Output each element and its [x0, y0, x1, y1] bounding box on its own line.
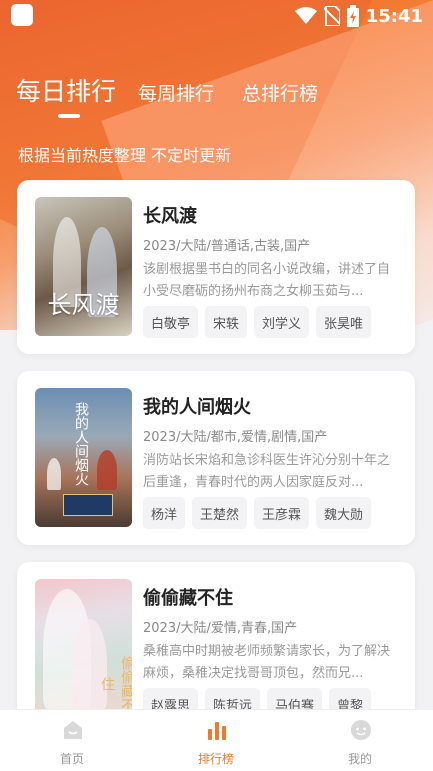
ranking-tabs: 每日排行 每周排行 总排行榜: [16, 72, 426, 122]
ranking-subtitle: 根据当前热度整理 不定时更新: [18, 146, 232, 165]
nav-ranking-label: 排行榜: [197, 752, 234, 766]
cast-chip[interactable]: 王楚然: [192, 497, 248, 529]
cast-chip[interactable]: 刘学义: [254, 306, 310, 338]
poster-figure: [47, 458, 61, 490]
status-bar: 15:41: [0, 0, 433, 30]
drama-title[interactable]: 我的人间烟火: [143, 393, 251, 419]
nav-home[interactable]: 首页: [17, 710, 127, 771]
drama-description: 该剧根据墨书白的同名小说改编，讲述了自小受尽磨砺的扬州布商之女柳玉茹与...: [143, 262, 391, 299]
nav-home-label: 首页: [59, 752, 84, 766]
tab-daily-ranking[interactable]: 每日排行: [16, 72, 116, 108]
bottom-nav: 首页 排行榜 我的: [0, 709, 433, 771]
cast-chip[interactable]: 白敬亭: [143, 306, 199, 338]
battery-charging-icon: [346, 5, 359, 27]
tab-active-indicator: [58, 114, 80, 118]
status-time: 15:41: [365, 5, 423, 27]
drama-card[interactable]: 我的人间烟火 我的人间烟火 2023/大陆/都市,爱情,剧情,国产 消防站长宋焰…: [17, 371, 415, 545]
poster-title-art: 我的人间烟火: [73, 402, 89, 486]
tab-total-ranking[interactable]: 总排行榜: [242, 79, 318, 106]
drama-poster[interactable]: 我的人间烟火: [35, 388, 132, 527]
cast-chip[interactable]: 魏大勋: [316, 497, 372, 529]
drama-title[interactable]: 偷偷藏不住: [143, 584, 233, 610]
status-indicators: 15:41: [294, 5, 423, 27]
drama-meta: 2023/大陆/爱情,青春,国产: [143, 621, 298, 636]
app-notification-icon: [11, 4, 33, 26]
nav-profile-label: 我的: [347, 752, 372, 766]
wifi-icon: [294, 7, 317, 24]
poster-figure: [97, 450, 117, 490]
cast-list: 杨洋 王楚然 王彦霖 魏大勋: [143, 497, 372, 529]
cast-chip[interactable]: 张昊唯: [316, 306, 372, 338]
cast-chip[interactable]: 杨洋: [143, 497, 186, 529]
nav-ranking[interactable]: 排行榜: [161, 710, 271, 771]
profile-icon: [351, 720, 371, 740]
drama-poster[interactable]: 偷偷藏不住: [35, 579, 132, 718]
drama-description: 桑稚高中时期被老师频繁请家长，为了解决麻烦，桑稚决定找哥哥顶包，然而兄...: [143, 644, 391, 681]
poster-title-art: 长风渡: [47, 291, 120, 319]
drama-meta: 2023/大陆/都市,爱情,剧情,国产: [143, 430, 328, 445]
no-sim-icon: [323, 6, 340, 26]
bar-chart-icon: [208, 722, 226, 740]
cast-chip[interactable]: 宋轶: [205, 306, 248, 338]
drama-card[interactable]: 长风渡 长风渡 2023/大陆/普通话,古装,国产 该剧根据墨书白的同名小说改编…: [17, 180, 415, 354]
drama-meta: 2023/大陆/普通话,古装,国产: [143, 239, 311, 254]
drama-description: 消防站长宋焰和急诊科医生许沁分别十年之后重逢，青春时代的两人因家庭反对...: [143, 453, 391, 490]
home-icon: [64, 721, 82, 739]
cast-list: 白敬亭 宋轶 刘学义 张昊唯: [143, 306, 372, 338]
nav-profile[interactable]: 我的: [305, 710, 415, 771]
poster-banner: [63, 494, 113, 516]
drama-title[interactable]: 长风渡: [143, 202, 197, 228]
poster-title-art: 偷偷藏不住: [99, 655, 132, 712]
cast-chip[interactable]: 王彦霖: [254, 497, 310, 529]
tab-weekly-ranking[interactable]: 每周排行: [138, 79, 214, 106]
drama-poster[interactable]: 长风渡: [35, 197, 132, 336]
